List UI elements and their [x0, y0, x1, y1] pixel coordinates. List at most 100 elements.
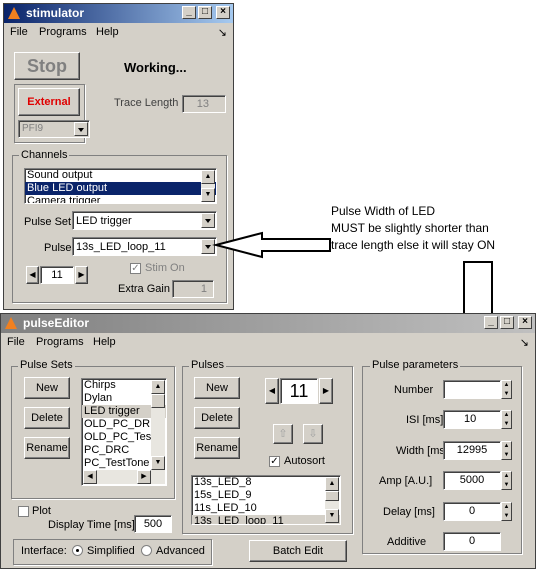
menu-file[interactable]: File [10, 26, 28, 38]
display-time-label: Display Time [ms] [48, 519, 135, 531]
menu-programs[interactable]: Programs [39, 26, 87, 38]
param-delay-field[interactable]: 0 [443, 502, 501, 521]
list-item[interactable]: 13s_LED_8 [192, 476, 340, 489]
annotation-line-2: MUST be slightly shorter than [331, 221, 489, 235]
menu-bar: File Programs Help ↘ [1, 333, 535, 351]
pfi-dropdown[interactable]: PFI9 [18, 120, 90, 138]
pulse-sets-listbox[interactable]: Chirps Dylan LED trigger OLD_PC_DR OLD_P… [81, 378, 167, 486]
param-amp-field[interactable]: 5000 [443, 471, 501, 490]
scrollbar[interactable]: ▲ ▼ [201, 170, 215, 202]
pulse-editor-titlebar[interactable]: pulseEditor _ □ × [1, 314, 535, 333]
pulses-listbox[interactable]: 13s_LED_8 15s_LED_9 11s_LED_10 13s_LED_l… [191, 475, 341, 525]
horizontal-scrollbar[interactable]: ◀ ▶ [83, 470, 165, 484]
pulse-decrement-button[interactable]: ◀ [265, 378, 279, 404]
window-title: stimulator [26, 6, 85, 20]
minimize-button[interactable]: _ [182, 6, 196, 19]
dock-icon[interactable]: ↘ [520, 336, 529, 349]
pulse-dropdown[interactable]: 13s_LED_loop_11 [72, 237, 217, 256]
annotation-line-1: Pulse Width of LED [331, 204, 436, 218]
pulse-increment-button[interactable]: ▶ [319, 378, 333, 404]
pulse-rename-button[interactable]: Rename [194, 437, 240, 459]
external-button[interactable]: External [18, 88, 80, 116]
channels-label: Channels [19, 149, 70, 161]
increment-button[interactable]: ▶ [75, 266, 88, 284]
scroll-down-icon[interactable]: ▼ [325, 509, 339, 523]
dock-icon[interactable]: ↘ [218, 26, 227, 39]
chevron-down-icon[interactable] [74, 122, 88, 136]
stimulator-titlebar[interactable]: stimulator _ □ × [4, 4, 233, 23]
param-width-spinner[interactable]: ▲ ▼ [501, 441, 512, 460]
pulse-sets-label: Pulse Sets [18, 359, 75, 371]
scroll-thumb[interactable] [151, 394, 165, 408]
menu-help[interactable]: Help [96, 26, 119, 38]
list-item[interactable]: Camera trigger [25, 195, 216, 203]
window-title: pulseEditor [23, 316, 90, 330]
param-width-field[interactable]: 12995 [443, 441, 501, 460]
pulse-set-dropdown[interactable]: LED trigger [72, 211, 217, 230]
close-button[interactable]: × [518, 316, 532, 329]
decrement-button[interactable]: ◀ [26, 266, 39, 284]
menu-help[interactable]: Help [93, 336, 116, 348]
pulse-counter-field[interactable]: 11 [280, 378, 318, 404]
pulse-editor-window: pulseEditor _ □ × File Programs Help ↘ P… [0, 313, 536, 569]
move-up-button[interactable]: ⇧ [273, 424, 293, 444]
param-number-field[interactable] [443, 380, 501, 399]
list-item[interactable]: Sound output [25, 169, 216, 182]
close-button[interactable]: × [216, 6, 230, 19]
pulse-set-new-button[interactable]: New [24, 377, 70, 399]
plot-checkbox[interactable] [18, 506, 29, 517]
plot-label: Plot [32, 505, 51, 517]
maximize-button[interactable]: □ [198, 6, 212, 19]
scroll-up-icon[interactable]: ▲ [325, 477, 339, 491]
scroll-down-icon[interactable]: ▼ [151, 456, 165, 470]
advanced-radio[interactable] [141, 545, 152, 556]
pulse-set-rename-button[interactable]: Rename [24, 437, 70, 459]
display-time-field[interactable]: 500 [134, 515, 172, 533]
autosort-label: Autosort [284, 455, 325, 467]
channels-listbox[interactable]: Sound output Blue LED output Camera trig… [24, 168, 217, 204]
param-additive-label: Additive [387, 536, 427, 548]
param-isi-spinner[interactable]: ▲ ▼ [501, 410, 512, 429]
param-number-spinner[interactable]: ▲ ▼ [501, 380, 512, 399]
scroll-down-icon[interactable]: ▼ [201, 188, 215, 202]
scrollbar[interactable]: ▲ ▼ [325, 477, 339, 523]
scroll-left-icon[interactable]: ◀ [83, 470, 97, 484]
param-isi-field[interactable]: 10 [443, 410, 501, 429]
list-item[interactable]: Blue LED output [25, 182, 216, 195]
menu-file[interactable]: File [7, 336, 25, 348]
param-amp-label: Amp [A.U.] [379, 475, 433, 487]
arrow-down-icon: ⇩ [308, 428, 318, 440]
arrow-up-icon: ⇧ [278, 428, 288, 440]
param-amp-spinner[interactable]: ▲ ▼ [501, 471, 512, 490]
scroll-right-icon[interactable]: ▶ [137, 470, 151, 484]
scroll-up-icon[interactable]: ▲ [201, 170, 215, 184]
scroll-up-icon[interactable]: ▲ [151, 380, 165, 394]
pulse-counter-field[interactable]: 11 [40, 266, 74, 284]
chevron-down-icon[interactable] [201, 213, 215, 228]
minimize-button[interactable]: _ [484, 316, 498, 329]
scrollbar[interactable]: ▲ ▼ [151, 380, 165, 470]
pulse-new-button[interactable]: New [194, 377, 240, 399]
simplified-radio[interactable] [72, 545, 83, 556]
menu-programs[interactable]: Programs [36, 336, 84, 348]
list-item[interactable]: 15s_LED_9 [192, 489, 340, 502]
list-item[interactable]: 13s_LED_loop_11 [192, 515, 340, 524]
stimulator-window: stimulator _ □ × File Programs Help ↘ St… [3, 3, 234, 310]
scroll-thumb[interactable] [325, 491, 339, 501]
pulse-set-label: Pulse Set [24, 216, 72, 228]
chevron-down-icon[interactable] [201, 239, 215, 254]
param-number-label: Number [394, 384, 434, 396]
param-additive-field[interactable]: 0 [443, 532, 501, 551]
list-item[interactable]: 11s_LED_10 [192, 502, 340, 515]
pulse-set-delete-button[interactable]: Delete [24, 407, 70, 429]
maximize-button[interactable]: □ [500, 316, 514, 329]
param-delay-spinner[interactable]: ▲ ▼ [501, 502, 512, 521]
autosort-checkbox[interactable]: ✓ [269, 456, 280, 467]
pulse-delete-button[interactable]: Delete [194, 407, 240, 429]
move-down-button[interactable]: ⇩ [303, 424, 323, 444]
stop-button[interactable]: Stop [14, 52, 80, 80]
stim-on-checkbox[interactable]: ✓ [130, 263, 141, 274]
pulses-label: Pulses [189, 359, 227, 371]
batch-edit-button[interactable]: Batch Edit [249, 540, 347, 562]
pulse-parameters-label: Pulse parameters [370, 359, 461, 371]
